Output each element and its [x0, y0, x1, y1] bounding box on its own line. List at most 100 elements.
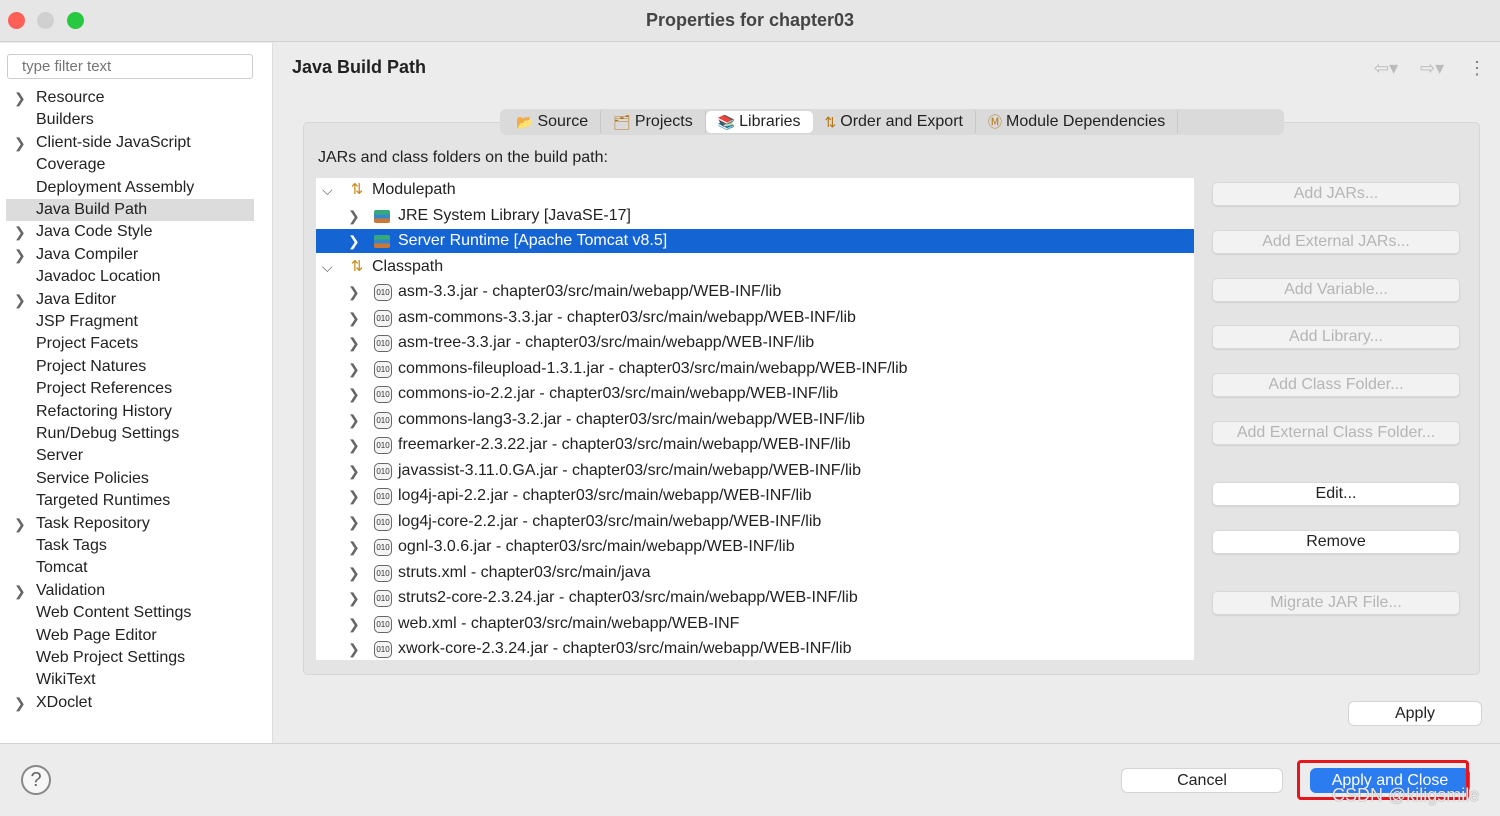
sidebar-item[interactable]: ❯ Task Repository	[6, 513, 254, 535]
chevron-right-icon[interactable]: ❯	[348, 459, 360, 483]
chevron-down-icon[interactable]: ⌵	[322, 178, 333, 202]
tree-row[interactable]: ❯ 010 asm-tree-3.3.jar - chapter03/src/mai…	[316, 331, 1194, 355]
sidebar-item[interactable]: ❯ Resource	[6, 87, 254, 109]
add-external-class-folder-button[interactable]: Add External Class Folder...	[1212, 421, 1460, 445]
more-options-icon[interactable]: ⋮	[1468, 58, 1486, 79]
chevron-right-icon[interactable]: ❯	[348, 382, 360, 406]
chevron-right-icon[interactable]: ❯	[348, 204, 360, 228]
sidebar-item[interactable]: Java Build Path	[6, 199, 254, 221]
tree-row[interactable]: ❯ 010 commons-fileupload-1.3.1.jar - chapt…	[316, 357, 1194, 381]
add-library-button[interactable]: Add Library...	[1212, 325, 1460, 349]
chevron-right-icon[interactable]: ❯	[348, 306, 360, 330]
sidebar-item[interactable]: ❯ Java Compiler	[6, 244, 254, 266]
tree-row[interactable]: ❯ 010 freemarker-2.3.22.jar - chapter03/sr…	[316, 433, 1194, 457]
chevron-right-icon[interactable]: ❯	[348, 535, 360, 559]
apply-button[interactable]: Apply	[1348, 701, 1482, 726]
tree-row[interactable]: ❯ 010 ognl-3.0.6.jar - chapter03/src/main/…	[316, 535, 1194, 559]
chevron-right-icon[interactable]: ❯	[348, 612, 360, 636]
chevron-right-icon[interactable]: ❯	[14, 289, 26, 311]
filter-input[interactable]	[7, 54, 253, 79]
add-class-folder-button[interactable]: Add Class Folder...	[1212, 373, 1460, 397]
tree-row[interactable]: ❯ 010 asm-3.3.jar - chapter03/src/main/web…	[316, 280, 1194, 304]
chevron-right-icon[interactable]: ❯	[14, 244, 26, 266]
tree-row[interactable]: ⌵ ⇅ Classpath	[316, 255, 1194, 279]
tree-row[interactable]: ⌵ ⇅ Modulepath	[316, 178, 1194, 202]
jar-icon: 010	[374, 335, 392, 352]
add-external-jars-button[interactable]: Add External JARs...	[1212, 230, 1460, 254]
chevron-right-icon[interactable]: ❯	[14, 580, 26, 602]
sidebar-item[interactable]: WikiText	[6, 669, 254, 691]
tree-row[interactable]: ❯ 010 log4j-core-2.2.jar - chapter03/src/m…	[316, 510, 1194, 534]
tree-row[interactable]: ❯ 010 javassist-3.11.0.GA.jar - chapter03/…	[316, 459, 1194, 483]
sidebar-item[interactable]: Javadoc Location	[6, 266, 254, 288]
sidebar-item[interactable]: Web Project Settings	[6, 647, 254, 669]
sidebar-item[interactable]: Server	[6, 445, 254, 467]
sidebar-item[interactable]: Targeted Runtimes	[6, 490, 254, 512]
sidebar-item-label: XDoclet	[36, 693, 93, 711]
chevron-right-icon[interactable]: ❯	[14, 513, 26, 535]
tree-row[interactable]: ❯ 010 asm-commons-3.3.jar - chapter03/src/…	[316, 306, 1194, 330]
chevron-down-icon[interactable]: ⌵	[322, 255, 333, 279]
chevron-right-icon[interactable]: ❯	[348, 331, 360, 355]
sidebar-item[interactable]: Web Page Editor	[6, 625, 254, 647]
sidebar-item[interactable]: ❯ Client-side JavaScript	[6, 132, 254, 154]
remove-button[interactable]: Remove	[1212, 530, 1460, 554]
tree-row[interactable]: ❯ 010 struts.xml - chapter03/src/main/java	[316, 561, 1194, 585]
tree-row[interactable]: ❯ JRE System Library [JavaSE-17]	[316, 204, 1194, 228]
chevron-right-icon[interactable]: ❯	[348, 561, 360, 585]
back-icon[interactable]: ⇦▾	[1374, 58, 1398, 79]
sidebar-item-label: Task Tags	[36, 537, 107, 554]
tab-source[interactable]: 📂 Source	[504, 111, 602, 133]
chevron-right-icon[interactable]: ❯	[348, 280, 360, 304]
sidebar-item[interactable]: Refactoring History	[6, 401, 254, 423]
sidebar-item[interactable]: JSP Fragment	[6, 311, 254, 333]
chevron-right-icon[interactable]: ❯	[14, 692, 26, 714]
chevron-right-icon[interactable]: ❯	[14, 87, 26, 109]
sidebar-item[interactable]: Builders	[6, 109, 254, 131]
chevron-right-icon[interactable]: ❯	[348, 510, 360, 534]
chevron-right-icon[interactable]: ❯	[348, 586, 360, 610]
cancel-button[interactable]: Cancel	[1121, 768, 1283, 793]
tab-module-dependencies[interactable]: Ⓜ Module Dependencies	[976, 111, 1179, 133]
sidebar-item[interactable]: Project Facets	[6, 333, 254, 355]
tab-libraries[interactable]: 📚 Libraries	[705, 111, 813, 133]
tree-row[interactable]: ❯ 010 commons-io-2.2.jar - chapter03/src/m…	[316, 382, 1194, 406]
chevron-right-icon[interactable]: ❯	[348, 484, 360, 508]
tree-row[interactable]: ❯ 010 xwork-core-2.3.24.jar - chapter03/sr…	[316, 637, 1194, 661]
sidebar-item[interactable]: Web Content Settings	[6, 602, 254, 624]
help-icon[interactable]: ?	[21, 765, 51, 795]
chevron-right-icon[interactable]: ❯	[14, 132, 26, 154]
sidebar-item[interactable]: Run/Debug Settings	[6, 423, 254, 445]
sidebar-item[interactable]: Task Tags	[6, 535, 254, 557]
chevron-right-icon[interactable]: ❯	[348, 229, 360, 253]
sidebar-item-label: Project References	[36, 380, 173, 398]
chevron-right-icon[interactable]: ❯	[14, 221, 26, 243]
tree-row[interactable]: ❯ 010 commons-lang3-3.2.jar - chapter03/sr…	[316, 408, 1194, 432]
tree-row[interactable]: ❯ Server Runtime [Apache Tomcat v8.5]	[316, 229, 1194, 253]
sidebar-item[interactable]: ❯ Java Editor	[6, 289, 254, 311]
tab-projects[interactable]: 🗂 Projects	[601, 111, 706, 133]
sidebar-item[interactable]: ❯ Validation	[6, 580, 254, 602]
chevron-right-icon[interactable]: ❯	[348, 433, 360, 457]
sidebar-item[interactable]: Project References	[6, 378, 254, 400]
build-path-tree[interactable]: ⌵ ⇅ Modulepath ❯ JRE System Library [JavaSE-…	[316, 178, 1194, 660]
sidebar-item[interactable]: Deployment Assembly	[6, 177, 254, 199]
tree-row[interactable]: ❯ 010 log4j-api-2.2.jar - chapter03/src/ma…	[316, 484, 1194, 508]
tree-row[interactable]: ❯ 010 struts2-core-2.3.24.jar - chapter03/…	[316, 586, 1194, 610]
tab-order-and-export[interactable]: ⇅ Order and Export	[813, 111, 976, 133]
sidebar-item[interactable]: ❯ XDoclet	[6, 692, 254, 714]
forward-icon[interactable]: ⇨▾	[1420, 58, 1444, 79]
sidebar-item[interactable]: Tomcat	[6, 557, 254, 579]
sidebar-item[interactable]: Project Natures	[6, 356, 254, 378]
sidebar-item[interactable]: ❯ Java Code Style	[6, 221, 254, 243]
add-jars-button[interactable]: Add JARs...	[1212, 182, 1460, 206]
chevron-right-icon[interactable]: ❯	[348, 408, 360, 432]
sidebar-item[interactable]: Coverage	[6, 154, 254, 176]
tree-row[interactable]: ❯ 010 web.xml - chapter03/src/main/webapp/…	[316, 612, 1194, 636]
chevron-right-icon[interactable]: ❯	[348, 637, 360, 661]
sidebar-item[interactable]: Service Policies	[6, 468, 254, 490]
add-variable-button[interactable]: Add Variable...	[1212, 278, 1460, 302]
chevron-right-icon[interactable]: ❯	[348, 357, 360, 381]
edit-button[interactable]: Edit...	[1212, 482, 1460, 506]
migrate-jar-file-button[interactable]: Migrate JAR File...	[1212, 591, 1460, 615]
